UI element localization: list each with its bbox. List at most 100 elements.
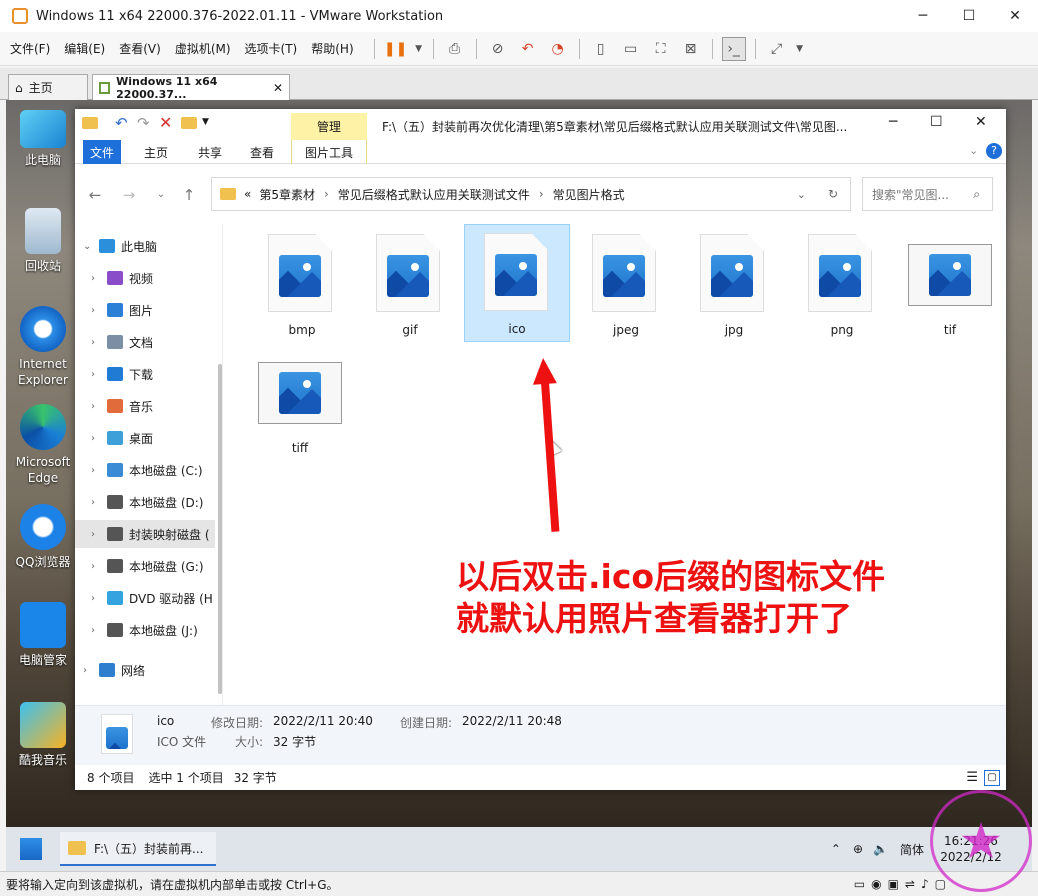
ime-indicator[interactable]: 简体 (900, 841, 924, 858)
file-item-png[interactable]: png (789, 226, 895, 344)
pause-icon[interactable]: ❚❚ (384, 37, 408, 61)
nav-item[interactable]: › 音乐 (75, 392, 215, 420)
large-icons-view-icon[interactable]: ▢ (984, 769, 1000, 786)
recent-locations-icon[interactable]: ⌄ (151, 185, 171, 205)
new-folder-icon[interactable] (181, 117, 197, 129)
menu-view[interactable]: 查看(V) (119, 40, 161, 57)
snapshot-icon[interactable]: ⊘ (486, 37, 510, 61)
desktop-icon-edge[interactable]: Microsoft Edge (6, 404, 80, 486)
library-view-icon[interactable]: ▯ (589, 37, 613, 61)
file-item-jpeg[interactable]: jpeg (573, 226, 679, 344)
nav-item[interactable]: › 图片 (75, 296, 215, 324)
nav-item[interactable]: › 网络 (75, 656, 215, 684)
nav-item[interactable]: ⌄ 此电脑 (75, 232, 215, 260)
menu-edit[interactable]: 编辑(E) (64, 40, 105, 57)
expand-ribbon-icon[interactable]: ⌄ (969, 144, 978, 157)
nav-item[interactable]: › 本地磁盘 (G:) (75, 552, 215, 580)
chevron-right-icon[interactable]: › (91, 465, 105, 476)
menu-vm[interactable]: 虚拟机(M) (175, 40, 231, 57)
snapshot-manager-icon[interactable]: ◔ (546, 37, 570, 61)
nav-item[interactable]: › DVD 驱动器 (H (75, 584, 215, 612)
nav-item[interactable]: › 本地磁盘 (D:) (75, 488, 215, 516)
chevron-down-icon[interactable]: ▼ (795, 37, 805, 61)
tab-file[interactable]: 文件 (83, 140, 121, 164)
tab-view[interactable]: 查看 (241, 140, 283, 164)
full-screen-icon[interactable]: ⛶ (649, 37, 673, 61)
chevron-right-icon[interactable]: › (83, 665, 97, 676)
tab-home[interactable]: ⌂ 主页 (8, 74, 88, 100)
back-arrow-icon[interactable]: ← (85, 185, 105, 205)
nav-item[interactable]: › 本地磁盘 (C:) (75, 456, 215, 484)
network-status-icon[interactable]: ⊕ (853, 842, 863, 856)
file-item-jpg[interactable]: jpg (681, 226, 787, 344)
breadcrumb-overflow[interactable]: « (244, 187, 251, 201)
close-button[interactable]: ✕ (975, 114, 987, 130)
cd-drive-icon[interactable]: ◉ (871, 877, 881, 891)
refresh-icon[interactable]: ↻ (828, 187, 838, 201)
maximize-button[interactable]: ☐ (946, 0, 992, 32)
breadcrumb-item[interactable]: 常见后缀格式默认应用关联测试文件 (338, 186, 530, 203)
sound-card-icon[interactable]: ♪ (921, 877, 929, 891)
chevron-right-icon[interactable]: › (91, 401, 105, 412)
tab-home[interactable]: 主页 (135, 140, 177, 164)
chevron-right-icon[interactable]: › (91, 593, 105, 604)
breadcrumb-item[interactable]: 常见图片格式 (553, 186, 625, 203)
chevron-right-icon[interactable]: › (91, 529, 105, 540)
nav-item[interactable]: › 视频 (75, 264, 215, 292)
chevron-right-icon[interactable]: › (91, 337, 105, 348)
desktop-icon-ie[interactable]: Internet Explorer (6, 306, 80, 388)
menu-tabs[interactable]: 选项卡(T) (245, 40, 298, 57)
nav-item[interactable]: › 本地磁盘 (J:) (75, 616, 215, 644)
nav-scrollbar[interactable] (218, 364, 222, 694)
display-icon[interactable]: ▢ (935, 877, 946, 891)
file-item-gif[interactable]: gif (357, 226, 463, 344)
desktop-icon-pc-manager[interactable]: 电脑管家 (6, 602, 80, 668)
chevron-right-icon[interactable]: › (91, 497, 105, 508)
chevron-right-icon[interactable]: › (91, 433, 105, 444)
console-view-icon[interactable]: ›_ (721, 36, 746, 61)
hard-disk-icon[interactable]: ▭ (854, 877, 865, 891)
chevron-down-icon[interactable]: ⌄ (797, 188, 806, 201)
help-icon[interactable]: ? (986, 143, 1002, 159)
search-box[interactable]: 搜索"常见图... ⌕ (862, 177, 993, 211)
chevron-up-icon[interactable]: ⌃ (831, 842, 841, 856)
chevron-right-icon[interactable]: › (91, 625, 105, 636)
nav-item[interactable]: › 封装映射磁盘 ( (75, 520, 215, 548)
chevron-right-icon[interactable]: › (91, 561, 105, 572)
close-tab-icon[interactable]: ✕ (273, 81, 283, 95)
thumbnail-bar-icon[interactable]: ▭ (619, 37, 643, 61)
up-arrow-icon[interactable]: ↑ (179, 185, 199, 205)
chevron-down-icon[interactable]: ▼ (414, 37, 424, 61)
nav-item[interactable]: › 文档 (75, 328, 215, 356)
delete-icon[interactable]: ✕ (159, 113, 172, 132)
desktop-icon-recycle-bin[interactable]: 回收站 (6, 208, 80, 274)
speaker-icon[interactable]: 🔈 (873, 842, 888, 856)
redo-icon[interactable]: ↷ (137, 114, 150, 132)
forward-arrow-icon[interactable]: → (119, 185, 139, 205)
tab-share[interactable]: 共享 (189, 140, 231, 164)
send-ctrl-alt-del-icon[interactable]: ⎙ (443, 37, 467, 61)
chevron-right-icon[interactable]: › (91, 305, 105, 316)
chevron-down-icon[interactable]: ▼ (202, 117, 209, 127)
stretch-view-icon[interactable]: ⤢ (765, 37, 789, 61)
undo-icon[interactable]: ↶ (115, 114, 128, 132)
chevron-right-icon[interactable]: › (91, 273, 105, 284)
details-view-icon[interactable]: ☰ (966, 770, 978, 785)
nav-item[interactable]: › 下载 (75, 360, 215, 388)
minimize-button[interactable]: ─ (900, 0, 946, 32)
taskbar-item-explorer[interactable]: F:\（五）封装前再... (60, 832, 216, 866)
desktop-icon-this-pc[interactable]: 此电脑 (6, 110, 80, 168)
desktop-icon-kuwo-music[interactable]: 酷我音乐 (6, 702, 80, 768)
nav-item[interactable]: › 桌面 (75, 424, 215, 452)
tab-picture-tools[interactable]: 图片工具 (291, 140, 367, 164)
file-item-tiff[interactable]: tiff (247, 344, 353, 462)
usb-icon[interactable]: ⇌ (905, 877, 915, 891)
close-button[interactable]: ✕ (992, 0, 1038, 32)
unity-icon[interactable]: ⊠ (679, 37, 703, 61)
chevron-down-icon[interactable]: ⌄ (83, 241, 97, 252)
address-bar[interactable]: « 第5章素材 › 常见后缀格式默认应用关联测试文件 › 常见图片格式 ⌄ ↻ (211, 177, 851, 211)
file-item-ico[interactable]: ico (464, 224, 570, 342)
search-input[interactable]: 搜索"常见图... (872, 186, 949, 203)
desktop-icon-qq-browser[interactable]: QQ浏览器 (6, 504, 80, 570)
revert-snapshot-icon[interactable]: ↶ (516, 37, 540, 61)
